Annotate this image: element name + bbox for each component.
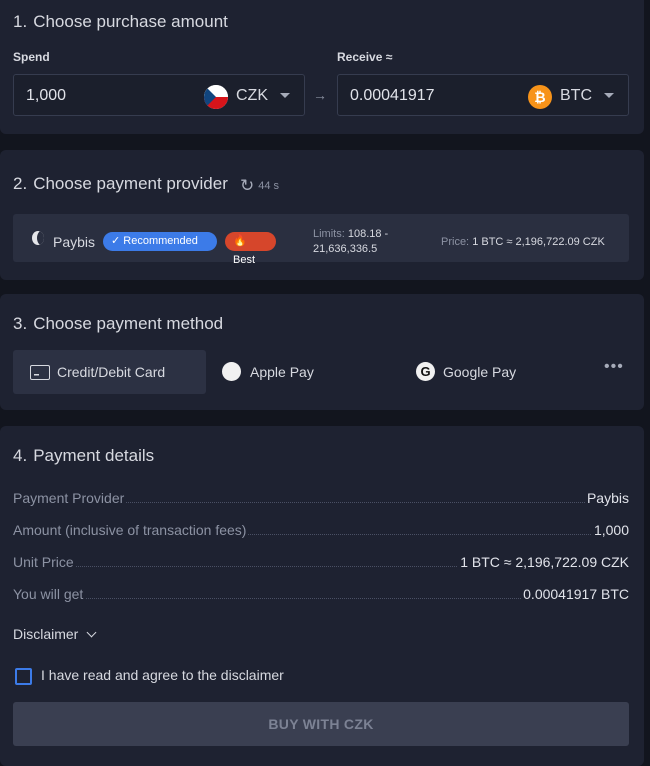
best-badge: 🔥 Best: [225, 232, 276, 266]
apple-icon: [222, 362, 241, 381]
chevron-down-icon[interactable]: [86, 627, 97, 638]
check-icon: ✓: [111, 235, 121, 247]
disclaimer-toggle[interactable]: Disclaimer: [13, 626, 97, 642]
step2-title: 2. Choose payment provider: [13, 174, 228, 193]
receive-label: Receive ≈: [337, 50, 393, 64]
google-icon: G: [416, 362, 435, 381]
method-credit-card[interactable]: Credit/Debit Card: [13, 350, 206, 394]
buy-button[interactable]: BUY WITH CZK: [13, 702, 629, 746]
method-apple-pay[interactable]: Apple Pay: [206, 350, 396, 394]
paybis-logo-icon: [32, 231, 44, 245]
czech-flag-icon: [204, 85, 228, 109]
step3-title: 3. Choose payment method: [13, 314, 224, 333]
provider-name: Paybis: [53, 234, 96, 250]
payment-provider-card: 2. Choose payment provider ↻ 44 s Paybis ✓…: [0, 150, 644, 280]
recommended-badge: ✓ Recommended: [103, 232, 217, 251]
detail-row-you-will-get: You will get 0.00041917 BTC: [13, 586, 629, 602]
method-google-pay[interactable]: G Google Pay: [400, 350, 590, 394]
agree-label[interactable]: I have read and agree to the disclaimer: [41, 667, 284, 683]
receive-currency[interactable]: BTC: [560, 87, 592, 105]
step1-title: 1. Choose purchase amount: [13, 12, 228, 31]
purchase-amount-card: 1. Choose purchase amount Spend Receive ≈…: [0, 0, 644, 134]
provider-price: Price: 1 BTC ≈ 2,196,722.09 CZK: [441, 236, 605, 248]
step4-title: 4. Payment details: [13, 446, 155, 465]
detail-row-provider: Payment Provider Paybis: [13, 490, 629, 506]
provider-limits: Limits: 108.18 - 21,636,336.5: [313, 228, 389, 255]
receive-input[interactable]: 0.00041917 ₿ BTC: [337, 74, 629, 116]
receive-value[interactable]: 0.00041917: [350, 87, 435, 105]
payment-method-card: 3. Choose payment method Credit/Debit Car…: [0, 294, 644, 410]
credit-card-icon: [30, 365, 50, 380]
fire-icon: 🔥: [233, 235, 247, 247]
provider-option-paybis[interactable]: Paybis ✓ Recommended 🔥 Best Limits: 108.…: [13, 214, 629, 266]
detail-row-amount: Amount (inclusive of transaction fees) 1…: [13, 522, 629, 538]
more-methods-icon[interactable]: •••: [604, 358, 624, 376]
spend-input[interactable]: 1,000 CZK: [13, 74, 305, 116]
spend-value[interactable]: 1,000: [26, 87, 66, 105]
payment-details-card: 4. Payment details Payment Provider Paybi…: [0, 426, 644, 766]
chevron-down-icon[interactable]: [604, 93, 614, 98]
arrow-right-icon: →: [313, 87, 327, 103]
bitcoin-icon: ₿: [528, 85, 552, 109]
spend-label: Spend: [13, 50, 50, 64]
refresh-timer[interactable]: ↻ 44 s: [240, 174, 279, 195]
agree-checkbox[interactable]: [15, 668, 32, 685]
chevron-down-icon[interactable]: [280, 93, 290, 98]
spend-currency[interactable]: CZK: [236, 87, 268, 105]
refresh-icon[interactable]: ↻: [240, 176, 254, 195]
detail-row-unit-price: Unit Price 1 BTC ≈ 2,196,722.09 CZK: [13, 554, 629, 570]
